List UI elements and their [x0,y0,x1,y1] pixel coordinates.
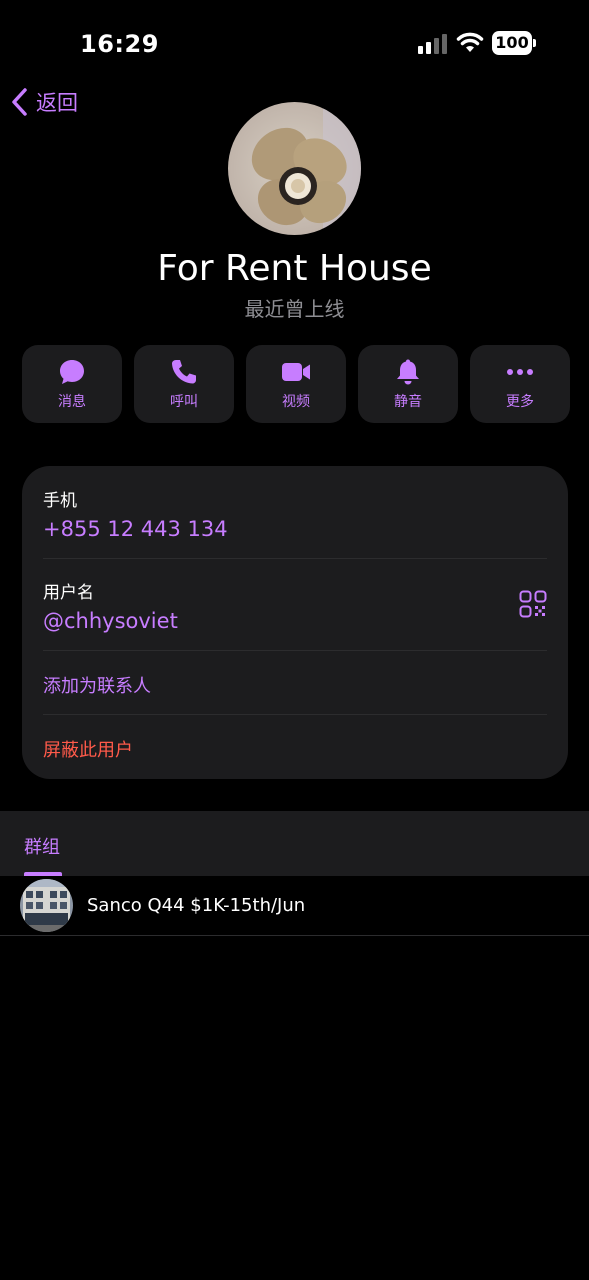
chevron-left-icon [12,88,27,116]
action-bar: 消息 呼叫 视频 静音 更多 [22,345,570,423]
last-seen-status: 最近曾上线 [244,297,345,321]
divider [43,650,547,651]
call-label: 呼叫 [170,394,198,410]
mute-button[interactable]: 静音 [358,345,458,423]
tab-groups[interactable]: 群组 [24,833,60,859]
call-button[interactable]: 呼叫 [134,345,234,423]
phone-row[interactable]: 手机 +855 12 443 134 [43,486,547,541]
list-item[interactable]: Sanco Q44 $1K-15th/Jun [0,876,589,936]
phone-value[interactable]: +855 12 443 134 [43,517,547,541]
divider [43,558,547,559]
profile-avatar[interactable] [228,102,361,235]
bell-icon [397,359,419,385]
username-value[interactable]: @chhysoviet [43,609,547,633]
message-button[interactable]: 消息 [22,345,122,423]
info-card: 手机 +855 12 443 134 用户名 @chhysoviet 添加为联系… [22,466,568,779]
status-time: 16:29 [80,30,159,58]
video-button[interactable]: 视频 [246,345,346,423]
divider [43,714,547,715]
wifi-icon [456,32,484,52]
profile-name: For Rent House [157,248,432,289]
add-contact-link[interactable]: 添加为联系人 [43,672,547,698]
back-label: 返回 [36,91,78,115]
video-label: 视频 [282,394,310,410]
block-user-link[interactable]: 屏蔽此用户 [43,736,547,762]
video-icon [282,363,310,381]
message-icon [60,360,84,384]
back-button[interactable]: 返回 [10,86,78,118]
battery-icon: 100 [492,31,536,55]
qr-code-icon[interactable] [519,590,547,618]
phone-icon [172,360,196,384]
more-button[interactable]: 更多 [470,345,570,423]
battery-level: 100 [492,31,532,55]
add-contact-row[interactable]: 添加为联系人 [43,672,547,698]
groups-tab-bar: 群组 [0,811,589,876]
status-bar: 16:29 100 [0,0,589,86]
group-avatar [20,879,73,932]
building-avatar-image [20,879,73,932]
message-label: 消息 [58,394,86,410]
mute-label: 静音 [394,394,422,410]
cellular-signal-icon [418,34,447,54]
block-user-row[interactable]: 屏蔽此用户 [43,736,547,762]
phone-label: 手机 [43,491,77,511]
more-icon [507,369,533,375]
group-name: Sanco Q44 $1K-15th/Jun [87,895,306,916]
username-row[interactable]: 用户名 @chhysoviet [43,578,547,633]
more-label: 更多 [506,394,534,410]
username-label: 用户名 [43,583,94,603]
flower-avatar-image [228,102,361,235]
